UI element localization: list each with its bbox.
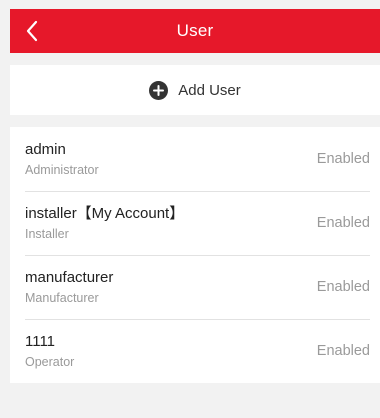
- user-info: admin Administrator: [25, 140, 99, 179]
- app-header: User: [10, 9, 380, 53]
- user-status: Enabled: [316, 215, 370, 231]
- user-row-manufacturer[interactable]: manufacturer Manufacturer Enabled: [10, 255, 380, 319]
- user-row-admin[interactable]: admin Administrator Enabled: [10, 127, 380, 191]
- user-info: 1111 Operator: [25, 332, 74, 371]
- user-list: admin Administrator Enabled installer【My…: [10, 127, 380, 383]
- user-row-installer[interactable]: installer【My Account】 Installer Enabled: [10, 191, 380, 255]
- add-user-button[interactable]: Add User: [10, 65, 380, 115]
- user-role: Installer: [25, 226, 69, 241]
- user-name: manufacturer: [25, 268, 114, 286]
- back-button[interactable]: [10, 9, 54, 53]
- user-status: Enabled: [316, 343, 370, 359]
- add-user-label: Add User: [178, 81, 241, 99]
- user-role: Manufacturer: [25, 290, 99, 305]
- user-name: admin: [25, 140, 66, 158]
- user-role: Administrator: [25, 162, 99, 177]
- user-name: installer【My Account】: [25, 204, 185, 222]
- user-role: Operator: [25, 354, 75, 369]
- user-name: 1111: [25, 332, 56, 350]
- user-info: manufacturer Manufacturer: [25, 268, 113, 307]
- plus-circle-icon: [149, 80, 169, 100]
- user-info: installer【My Account】 Installer: [25, 204, 184, 243]
- page-title: User: [176, 21, 214, 40]
- user-status: Enabled: [316, 151, 370, 167]
- user-status: Enabled: [316, 279, 370, 295]
- user-row-1111[interactable]: 1111 Operator Enabled: [10, 319, 380, 383]
- chevron-left-icon: [26, 20, 38, 42]
